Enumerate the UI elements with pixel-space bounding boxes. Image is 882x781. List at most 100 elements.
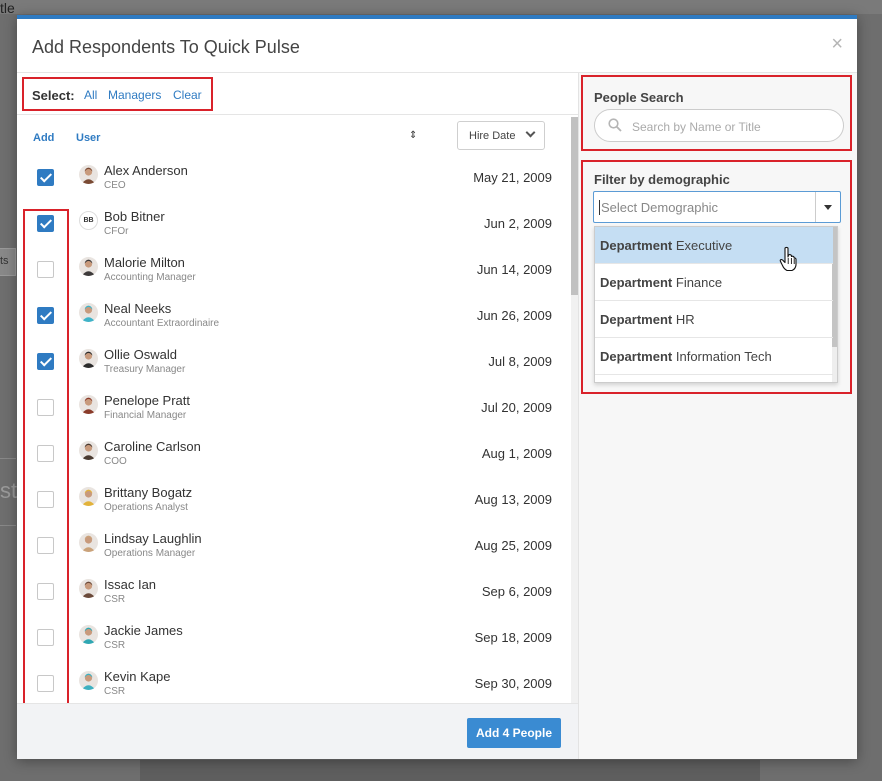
- modal-title: Add Respondents To Quick Pulse: [32, 37, 300, 57]
- hire-date: Jul 20, 2009: [481, 400, 552, 415]
- background-button-fragment: ts: [0, 248, 16, 276]
- select-clear-link[interactable]: Clear: [173, 88, 202, 102]
- user-title: CSR: [104, 686, 126, 697]
- hire-date: Sep 18, 2009: [474, 630, 552, 645]
- list-scrollbar-thumb[interactable]: [571, 117, 578, 295]
- user-name: Bob Bitner: [104, 209, 165, 224]
- hire-date: Sep 6, 2009: [481, 584, 552, 599]
- respondents-list-pane: Select: All Managers Clear Add User ⇕ Hi…: [17, 73, 578, 759]
- demographic-option[interactable]: [595, 375, 833, 382]
- demographic-option[interactable]: Department Information Tech: [595, 338, 833, 375]
- table-row[interactable]: Kevin Kape CSR Sep 30, 2009: [17, 661, 572, 707]
- add-checkbox[interactable]: [37, 169, 54, 186]
- table-row[interactable]: BB Bob Bitner CFOr Jun 2, 2009: [17, 201, 572, 247]
- demographic-dropdown: Department Executive Department Finance De…: [594, 226, 838, 383]
- user-title: COO: [104, 456, 127, 467]
- dropdown-toggle-icon[interactable]: [815, 192, 840, 222]
- option-value: Information Tech: [675, 349, 772, 364]
- user-column-header[interactable]: User: [76, 132, 100, 144]
- filter-pane: People Search Search by Name or Title Fi…: [578, 73, 857, 759]
- select-managers-link[interactable]: Managers: [108, 88, 161, 102]
- table-row[interactable]: Penelope Pratt Financial Manager Jul 20, 2…: [17, 385, 572, 431]
- search-placeholder: Search by Name or Title: [632, 120, 761, 134]
- table-row[interactable]: Brittany Bogatz Operations Analyst Aug 13,…: [17, 477, 572, 523]
- search-icon: [608, 118, 622, 132]
- people-search-input[interactable]: Search by Name or Title: [594, 109, 844, 142]
- modal-header: Add Respondents To Quick Pulse ×: [17, 19, 857, 73]
- hire-date: May 21, 2009: [473, 170, 552, 185]
- people-list: Alex Anderson CEO May 21, 2009 BB Bob Bitner…: [17, 155, 578, 759]
- user-name: Ollie Oswald: [104, 347, 177, 362]
- hire-date: Aug 1, 2009: [481, 446, 552, 461]
- modal-footer: Add 4 People: [17, 703, 578, 759]
- demographic-option[interactable]: Department Finance: [595, 264, 833, 301]
- user-name: Lindsay Laughlin: [104, 531, 202, 546]
- option-key: Department: [600, 312, 673, 327]
- avatar: [79, 165, 98, 184]
- demographic-option[interactable]: Department Executive: [595, 227, 833, 264]
- people-search-label: People Search: [594, 90, 684, 105]
- table-row[interactable]: Caroline Carlson COO Aug 1, 2009: [17, 431, 572, 477]
- user-title: CFOr: [104, 226, 129, 237]
- filter-label: Filter by demographic: [594, 172, 730, 187]
- user-title: Treasury Manager: [104, 364, 186, 375]
- close-icon[interactable]: ×: [831, 33, 843, 56]
- option-value: HR: [675, 312, 695, 327]
- table-header: Add User ⇕ Hire Date: [17, 115, 578, 155]
- avatar: [79, 395, 98, 414]
- select-bar: Select: All Managers Clear: [17, 73, 578, 115]
- user-title: CSR: [104, 640, 126, 651]
- user-name: Brittany Bogatz: [104, 485, 193, 500]
- user-title: CEO: [104, 180, 126, 191]
- option-value: Executive: [675, 238, 733, 253]
- hire-date-sort-button[interactable]: Hire Date: [457, 121, 545, 150]
- option-key: Department: [600, 275, 673, 290]
- option-key: Department: [600, 238, 673, 253]
- avatar: [79, 579, 98, 598]
- chevron-down-icon: [525, 127, 536, 138]
- list-scrollbar[interactable]: [571, 117, 578, 759]
- hire-date: Jul 8, 2009: [488, 354, 552, 369]
- background-page-header: [0, 0, 882, 14]
- user-title: Accountant Extraordinaire: [104, 318, 220, 329]
- table-row[interactable]: Issac Ian CSR Sep 6, 2009: [17, 569, 572, 615]
- hire-date: Jun 26, 2009: [476, 308, 552, 323]
- user-name: Kevin Kape: [104, 669, 171, 684]
- select-label: Select:: [32, 88, 75, 103]
- background-title-fragment: tle: [0, 0, 15, 16]
- avatar: [79, 625, 98, 644]
- demographic-option[interactable]: Department HR: [595, 301, 833, 338]
- user-name: Caroline Carlson: [104, 439, 201, 454]
- hire-date: Jun 14, 2009: [476, 262, 552, 277]
- add-people-button[interactable]: Add 4 People: [467, 718, 561, 748]
- avatar: [79, 303, 98, 322]
- avatar: [79, 533, 98, 552]
- user-title: Financial Manager: [104, 410, 187, 421]
- table-row[interactable]: Alex Anderson CEO May 21, 2009: [17, 155, 572, 201]
- background-divider: [0, 458, 16, 459]
- avatar: [79, 487, 98, 506]
- table-row[interactable]: Jackie James CSR Sep 18, 2009: [17, 615, 572, 661]
- user-title: Operations Analyst: [104, 502, 188, 513]
- sort-icon[interactable]: ⇕: [409, 130, 417, 141]
- hire-date: Sep 30, 2009: [474, 676, 552, 691]
- table-row[interactable]: Lindsay Laughlin Operations Manager Aug 25…: [17, 523, 572, 569]
- user-name: Malorie Milton: [104, 255, 185, 270]
- avatar: [79, 671, 98, 690]
- user-title: CSR: [104, 594, 126, 605]
- avatar: [79, 441, 98, 460]
- table-row[interactable]: Malorie Milton Accounting Manager Jun 14, …: [17, 247, 572, 293]
- user-name: Neal Neeks: [104, 301, 172, 316]
- user-name: Issac Ian: [104, 577, 157, 592]
- add-respondents-modal: Add Respondents To Quick Pulse × Select:…: [17, 15, 857, 759]
- avatar: [79, 257, 98, 276]
- user-name: Penelope Pratt: [104, 393, 191, 408]
- demographic-placeholder: Select Demographic: [599, 200, 719, 215]
- table-row[interactable]: Ollie Oswald Treasury Manager Jul 8, 2009: [17, 339, 572, 385]
- demographic-select[interactable]: Select Demographic: [593, 191, 841, 223]
- hire-date: Jun 2, 2009: [484, 216, 552, 231]
- select-all-link[interactable]: All: [84, 88, 97, 102]
- hire-date: Aug 25, 2009: [474, 538, 552, 553]
- add-column-highlight-box: [23, 209, 69, 759]
- table-row[interactable]: Neal Neeks Accountant Extraordinaire Jun 2…: [17, 293, 572, 339]
